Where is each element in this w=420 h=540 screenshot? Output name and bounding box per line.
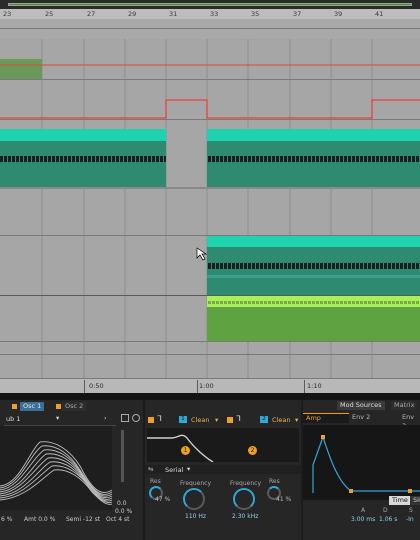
- filter-response-display[interactable]: [147, 428, 299, 462]
- filter1-type-icon[interactable]: ᒣ: [157, 414, 162, 423]
- list-icon[interactable]: [121, 414, 129, 422]
- routing-select[interactable]: Serial: [165, 466, 183, 474]
- device-view: Osc 1 Osc 2 ub 1 ▾ › 0.0 0.0 % 6 % Amt 0…: [0, 400, 420, 540]
- clip-green-body[interactable]: [207, 307, 420, 341]
- envelope-display[interactable]: [303, 425, 420, 500]
- freq1-label: Frequency: [180, 480, 211, 487]
- overview-selection[interactable]: [8, 3, 412, 6]
- loop-ruler[interactable]: [0, 19, 420, 39]
- freq2-value: 2.30 kHz: [232, 513, 259, 520]
- oscillator-panel: Osc 1 Osc 2 ub 1 ▾ › 0.0 0.0 % 6 % Amt 0…: [0, 400, 143, 540]
- res2-label: Res: [269, 478, 280, 485]
- beat-marker: 25: [45, 10, 54, 18]
- clip-teal-lower-body[interactable]: [207, 247, 420, 295]
- filter-panel: ᒣ 1 Clean ▾ ᒣ 2 Clean ▾ 1 2 ⇆ Serial ▾ R…: [145, 400, 301, 540]
- clip-green-notes: [207, 301, 420, 304]
- level-slider[interactable]: [121, 430, 124, 482]
- osc1-toggle[interactable]: [12, 404, 17, 409]
- filter1-badge: 1: [179, 416, 187, 423]
- time-mode-button[interactable]: Time: [389, 496, 411, 505]
- decay-value[interactable]: 1.06 s: [379, 516, 397, 523]
- tab-osc1[interactable]: Osc 1: [20, 402, 45, 411]
- beat-marker: 41: [375, 10, 384, 18]
- beat-marker: 29: [128, 10, 137, 18]
- tab-matrix[interactable]: Matrix: [391, 401, 418, 410]
- chevron-down-icon[interactable]: ▾: [295, 416, 298, 424]
- osc-level-value: 0.0: [117, 500, 127, 507]
- tab-osc2[interactable]: Osc 2: [62, 402, 87, 411]
- loop-icon[interactable]: [132, 414, 140, 422]
- clip-teal-lower-notes: [207, 263, 420, 269]
- attack-value[interactable]: 3.00 ms: [351, 516, 375, 523]
- mouse-cursor: [196, 247, 208, 261]
- chevron-down-icon[interactable]: ▾: [187, 465, 190, 473]
- filter1-handle[interactable]: 1: [181, 446, 190, 455]
- swap-icon[interactable]: ⇆: [148, 465, 153, 473]
- filter2-badge: 2: [260, 416, 268, 423]
- res1-label: Res: [150, 478, 161, 485]
- tab-env2[interactable]: Env 2: [349, 413, 373, 422]
- time-label: 1:10: [307, 382, 322, 390]
- osc-level-pct: 0.0 %: [115, 508, 133, 515]
- arrangement-view[interactable]: [0, 39, 420, 378]
- automation-line[interactable]: [0, 99, 420, 119]
- attack-label: A: [361, 507, 366, 514]
- time-ruler[interactable]: 0:50 1:00 1:10: [0, 378, 420, 394]
- routing-bar: ⇆ Serial ▾: [145, 465, 301, 474]
- beat-marker: 23: [3, 10, 12, 18]
- freq2-knob[interactable]: [233, 488, 255, 510]
- filter1-type-select[interactable]: Clean: [191, 416, 209, 424]
- res1-value: 47 %: [155, 496, 171, 503]
- clip-teal-lower-header[interactable]: [207, 236, 420, 247]
- filter1-toggle[interactable]: [148, 417, 154, 423]
- semi-value[interactable]: Semi -12 st: [66, 516, 100, 523]
- clip-teal-left-body[interactable]: [0, 141, 166, 187]
- freq1-knob[interactable]: [183, 488, 205, 510]
- clip-teal-right-body[interactable]: [207, 141, 420, 187]
- time-tick: [304, 380, 305, 393]
- beat-marker: 33: [210, 10, 219, 18]
- time-tick: [197, 380, 198, 393]
- time-label: 0:50: [89, 382, 104, 390]
- chevron-down-icon[interactable]: ▾: [56, 414, 59, 422]
- time-label: 1:00: [199, 382, 214, 390]
- wavetable-display[interactable]: [0, 426, 112, 510]
- clip-teal-left-header[interactable]: [0, 129, 166, 141]
- sustain-label: S: [409, 507, 413, 514]
- res2-value: 41 %: [276, 496, 292, 503]
- osc-position-value: 6 %: [1, 516, 13, 523]
- time-tick: [84, 380, 85, 393]
- clip-teal-right-header[interactable]: [207, 129, 420, 141]
- beat-marker: 35: [251, 10, 260, 18]
- wavetable-selector[interactable]: ub 1 ▾ ›: [4, 413, 116, 426]
- filter2-handle[interactable]: 2: [248, 446, 257, 455]
- mod-panel: Mod Sources Matrix Amp Env 2 Env 3 Time …: [303, 400, 420, 540]
- filter2-type-select[interactable]: Clean: [272, 416, 290, 424]
- view-divider[interactable]: [0, 393, 420, 400]
- beat-marker: 31: [169, 10, 178, 18]
- slope-mode-button[interactable]: Slo: [410, 496, 420, 505]
- oct-value[interactable]: Oct 4 st: [106, 516, 129, 523]
- clip-teal-left-notes: [0, 156, 166, 162]
- next-arrow-icon[interactable]: ›: [104, 414, 107, 422]
- freq2-label: Frequency: [230, 480, 261, 487]
- beat-marker: 37: [293, 10, 302, 18]
- filter2-toggle[interactable]: [227, 417, 233, 423]
- clip-teal-lower-band: [207, 275, 420, 278]
- tab-env3[interactable]: Env 3: [399, 413, 420, 430]
- chevron-down-icon[interactable]: ▾: [215, 416, 218, 424]
- amt-value[interactable]: Amt 0.0 %: [24, 516, 55, 523]
- wavetable-name: ub 1: [6, 415, 21, 423]
- osc2-toggle[interactable]: [56, 404, 61, 409]
- filter2-type-icon[interactable]: ᒣ: [236, 414, 241, 423]
- clip-small-green[interactable]: [0, 59, 42, 79]
- sustain-value[interactable]: -In: [406, 516, 414, 523]
- beat-marker: 39: [334, 10, 343, 18]
- beat-marker: 27: [87, 10, 96, 18]
- tab-mod-sources[interactable]: Mod Sources: [337, 401, 385, 410]
- clip-teal-right-notes: [207, 156, 420, 162]
- freq1-value: 110 Hz: [185, 513, 207, 520]
- decay-label: D: [383, 507, 388, 514]
- tab-amp[interactable]: Amp: [303, 413, 349, 423]
